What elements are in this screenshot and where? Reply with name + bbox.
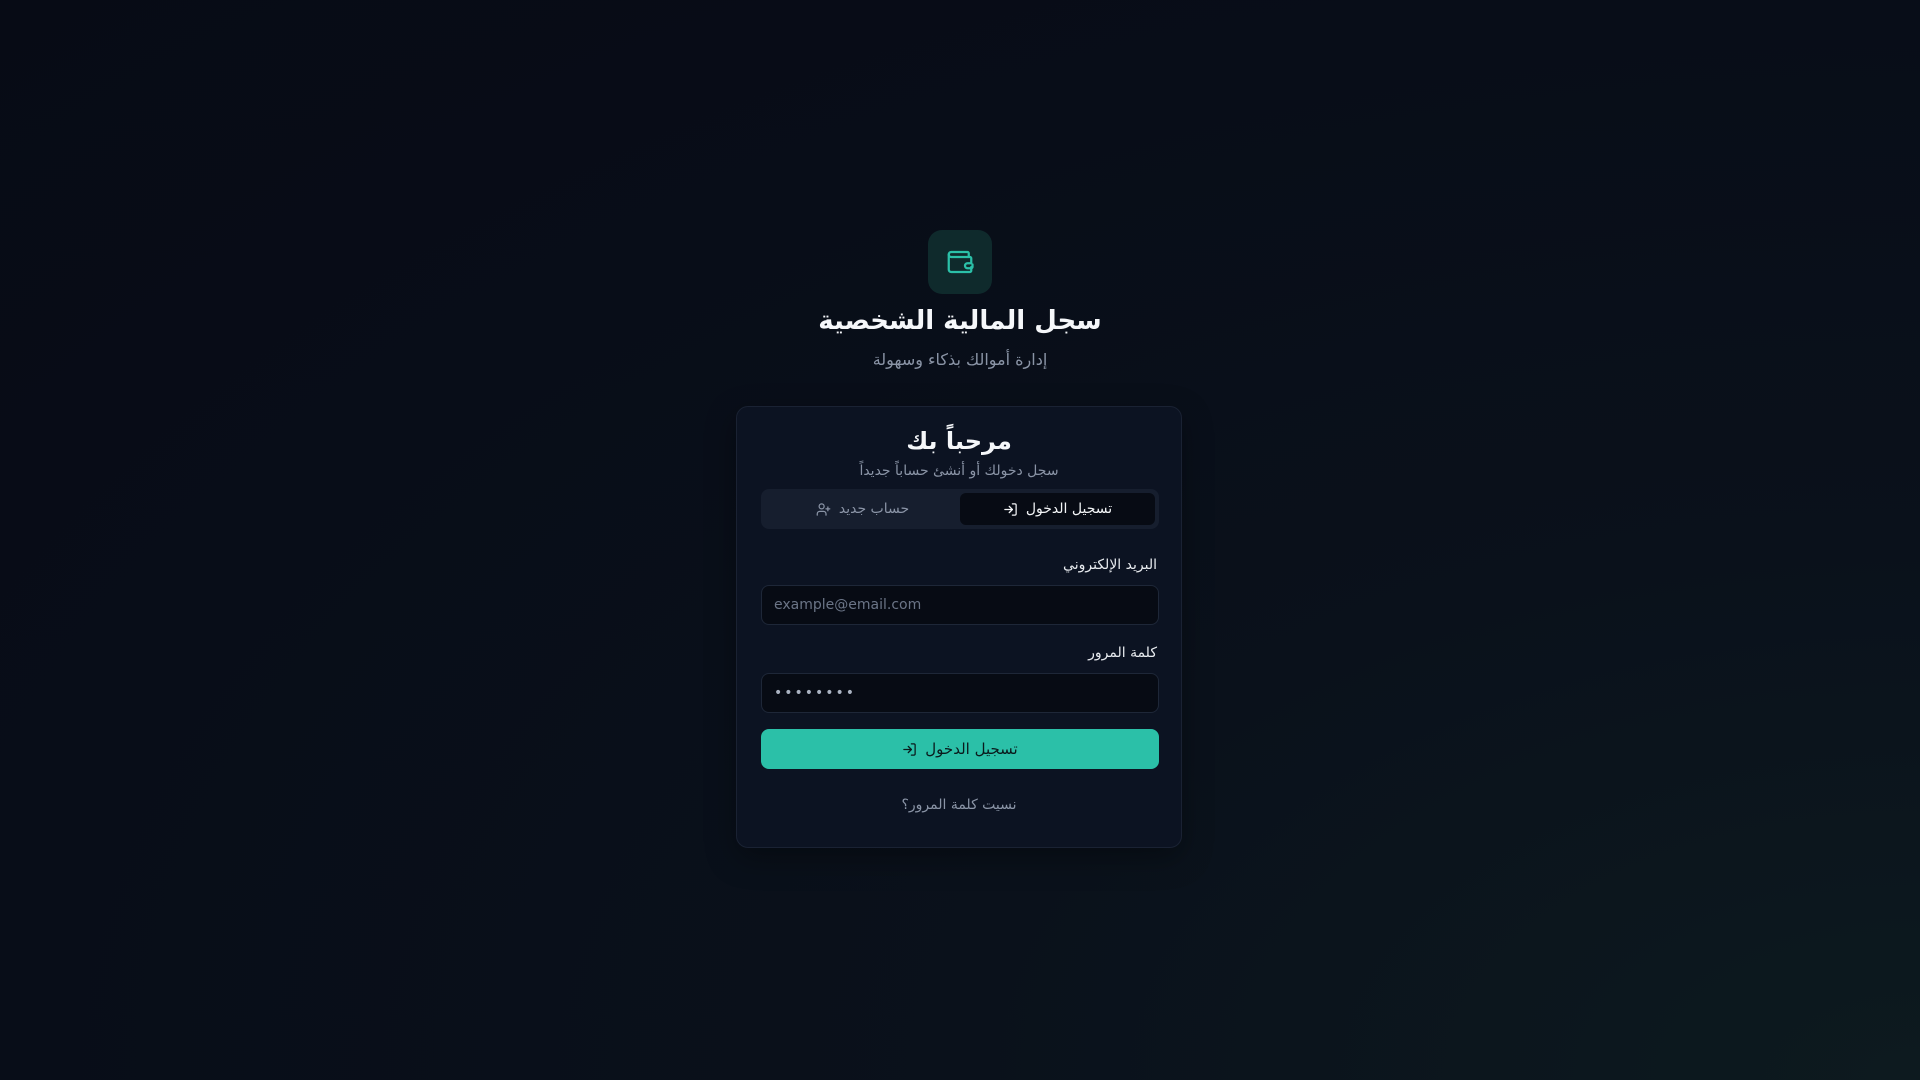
log-in-icon (1004, 502, 1017, 516)
auth-tabs: تسجيل الدخول حساب جديد (761, 489, 1159, 529)
tab-login-label: تسجيل الدخول (1025, 501, 1113, 517)
email-label: البريد الإلكتروني (1063, 557, 1157, 573)
card-subtitle: سجل دخولك أو أنشئ حساباً جديداً (859, 463, 1059, 479)
password-input[interactable] (761, 673, 1159, 713)
auth-card: مرحباً بك سجل دخولك أو أنشئ حساباً جديدا… (736, 406, 1182, 848)
tab-signup[interactable]: حساب جديد (765, 493, 960, 525)
tab-signup-label: حساب جديد (838, 501, 910, 517)
submit-label: تسجيل الدخول (925, 740, 1018, 758)
app-logo (928, 230, 992, 294)
log-in-icon (903, 742, 917, 756)
email-input[interactable] (761, 585, 1159, 625)
tab-login[interactable]: تسجيل الدخول (960, 493, 1155, 525)
login-submit-button[interactable]: تسجيل الدخول (761, 729, 1159, 769)
app-subtitle: إدارة أموالك بذكاء وسهولة (872, 350, 1048, 369)
wallet-icon (947, 250, 974, 274)
login-page: سجل المالية الشخصية إدارة أموالك بذكاء و… (0, 0, 1920, 1080)
forgot-password-link[interactable]: نسيت كلمة المرور؟ (737, 797, 1181, 813)
card-title: مرحباً بك (906, 427, 1012, 455)
password-label: كلمة المرور (1088, 645, 1157, 661)
user-plus-icon (816, 502, 831, 516)
app-title: سجل المالية الشخصية (818, 306, 1102, 336)
